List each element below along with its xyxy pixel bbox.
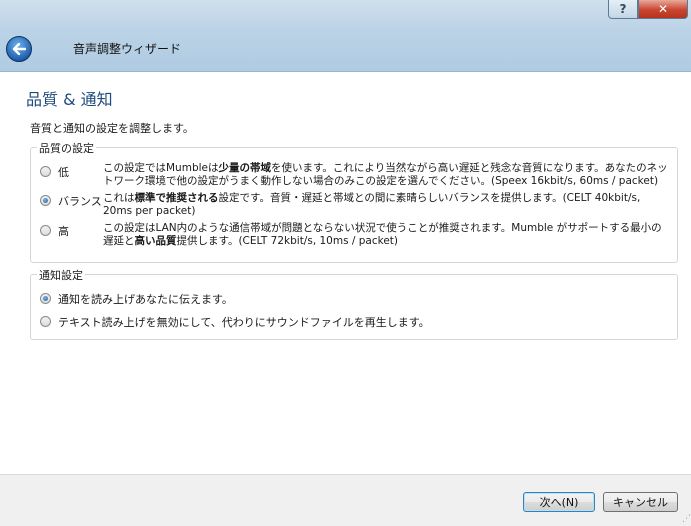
window-title: 音声調整ウィザード <box>73 42 182 56</box>
notification-group-legend: 通知設定 <box>37 267 85 283</box>
back-arrow-icon <box>12 43 26 55</box>
cancel-button[interactable]: キャンセル <box>603 492 678 512</box>
close-button[interactable]: ✕ <box>638 0 688 19</box>
quality-low-label[interactable]: 低 <box>58 164 69 180</box>
quality-group-legend: 品質の設定 <box>37 140 96 156</box>
back-button[interactable] <box>6 36 32 62</box>
caption-controls: ? ✕ <box>608 0 688 19</box>
quality-balanced-radio[interactable] <box>40 195 51 206</box>
page-intro: 音質と通知の設定を調整します。 <box>30 122 194 135</box>
notify-sound-radio[interactable] <box>40 316 51 327</box>
wizard-footer: 次へ(N) キャンセル ⋰ <box>0 474 691 526</box>
title-bar: ? ✕ 音声調整ウィザード <box>0 0 691 72</box>
quality-high-label[interactable]: 高 <box>58 223 69 239</box>
quality-low-radio[interactable] <box>40 166 51 177</box>
quality-low-description: この設定ではMumbleは少量の帯域を使います。これにより当然ながら高い遅延と残… <box>103 162 668 187</box>
notify-sound-label[interactable]: テキスト読み上げを無効にして、代わりにサウンドファイルを再生します。 <box>58 314 430 330</box>
quality-high-description: この設定はLAN内のような通信帯域が問題とならない状況で使うことが推奨されます。… <box>103 222 662 247</box>
help-button[interactable]: ? <box>608 0 638 19</box>
resize-grip-icon[interactable]: ⋰ <box>682 514 691 524</box>
page-title: 品質 & 通知 <box>26 90 113 109</box>
notify-tts-label[interactable]: 通知を読み上げあなたに伝えます。 <box>58 291 233 307</box>
quality-balanced-description: これは標準で推奨される設定です。音質・遅延と帯域との間に素晴らしいバランスを提供… <box>103 192 641 217</box>
notify-tts-radio[interactable] <box>40 293 51 304</box>
notification-group <box>30 274 678 340</box>
next-button[interactable]: 次へ(N) <box>523 492 595 512</box>
quality-high-radio[interactable] <box>40 225 51 236</box>
quality-balanced-label[interactable]: バランス <box>58 193 102 209</box>
wizard-page: 品質 & 通知 音質と通知の設定を調整します。 品質の設定 低 この設定ではMu… <box>0 71 691 474</box>
